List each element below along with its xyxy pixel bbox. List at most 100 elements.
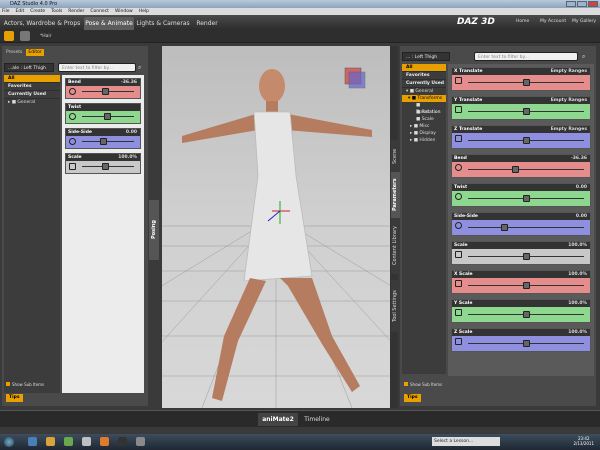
- figure-tool-icon[interactable]: [20, 31, 30, 41]
- slider-knob[interactable]: [500, 224, 508, 231]
- category-currently-used[interactable]: Currently Used: [402, 80, 446, 88]
- scale-icon: [455, 309, 462, 316]
- slider-knob[interactable]: [102, 163, 110, 170]
- slider-knob[interactable]: [511, 166, 519, 173]
- node-selector[interactable]: ...ale : Left Thigh: [4, 63, 54, 72]
- tab-pose-animate[interactable]: Pose & Animate: [84, 17, 134, 30]
- param-side-side[interactable]: Side-Side 0.00: [65, 128, 141, 149]
- param-z-scale[interactable]: Z Scale 100.0%: [451, 328, 591, 352]
- param-z-translate[interactable]: Z Translate Empty Ranges: [451, 125, 591, 149]
- tree-item-misc[interactable]: ▸ ■ Misc: [402, 123, 446, 130]
- taskbar-app-icon[interactable]: [28, 437, 37, 446]
- show-sub-items-checkbox[interactable]: Show Sub Items: [404, 381, 442, 388]
- tab-render[interactable]: Render: [194, 17, 220, 30]
- tips-button[interactable]: Tips: [404, 394, 421, 402]
- slider-knob[interactable]: [522, 79, 530, 86]
- taskbar-app-icon[interactable]: [64, 437, 73, 446]
- minimize-button[interactable]: [566, 1, 576, 7]
- show-sub-items-checkbox[interactable]: Show Sub Items: [6, 381, 44, 388]
- menu-edit[interactable]: Edit: [16, 8, 25, 15]
- param-side-side[interactable]: Side-Side 0.00: [451, 212, 591, 236]
- link-my-gallery[interactable]: My Gallery: [572, 17, 596, 27]
- param-value: 100.0%: [118, 155, 137, 160]
- side-tab-parameters[interactable]: Parameters: [391, 172, 400, 218]
- start-button-icon[interactable]: [4, 437, 14, 447]
- category-favorites[interactable]: Favorites: [4, 83, 60, 91]
- tree-item-rotation[interactable]: ■ Rotation: [402, 109, 446, 116]
- category-all[interactable]: All: [402, 64, 446, 72]
- slider-knob[interactable]: [522, 137, 530, 144]
- tree-item-transforms[interactable]: ▾ ■ Transforms: [402, 95, 446, 102]
- menu-connect[interactable]: Connect: [90, 8, 109, 15]
- tips-button[interactable]: Tips: [6, 394, 23, 402]
- side-tab-content-library[interactable]: Content Library: [391, 218, 400, 274]
- category-all[interactable]: All: [4, 75, 60, 83]
- search-icon[interactable]: ⌕: [138, 64, 141, 72]
- taskbar-app-icon[interactable]: [136, 437, 145, 446]
- side-tab-scene[interactable]: Scene: [391, 140, 400, 172]
- taskbar-app-icon[interactable]: [46, 437, 55, 446]
- param-y-translate[interactable]: Y Translate Empty Ranges: [451, 96, 591, 120]
- node-selector[interactable]: ... : Left Thigh: [402, 52, 450, 61]
- slider-knob[interactable]: [522, 282, 530, 289]
- tab-actors-wardrobe-props[interactable]: Actors, Wardrobe & Props: [2, 17, 82, 30]
- filter-input[interactable]: Enter text to filter by...: [58, 63, 136, 72]
- tree-item-display[interactable]: ▸ ■ Display: [402, 130, 446, 137]
- menu-window[interactable]: Window: [115, 8, 133, 15]
- menu-file[interactable]: File: [2, 8, 10, 15]
- slider-knob[interactable]: [522, 253, 530, 260]
- param-x-scale[interactable]: X Scale 100.0%: [451, 270, 591, 294]
- side-tab-posing[interactable]: Posing: [149, 200, 159, 260]
- category-currently-used[interactable]: Currently Used: [4, 91, 60, 99]
- tab-editor[interactable]: Editor: [26, 49, 44, 56]
- category-favorites[interactable]: Favorites: [402, 72, 446, 80]
- param-value: Empty Ranges: [550, 69, 587, 74]
- tab-animate2[interactable]: aniMate2: [258, 413, 298, 426]
- param-scale[interactable]: Scale 100.0%: [451, 241, 591, 265]
- search-icon[interactable]: ⌕: [582, 53, 585, 61]
- tree-item-general[interactable]: ▸ ■ General: [4, 99, 60, 106]
- filter-input[interactable]: Enter text to filter by...: [474, 52, 578, 61]
- tab-lights-cameras[interactable]: Lights & Cameras: [136, 17, 190, 30]
- link-home[interactable]: Home: [516, 17, 529, 27]
- rotate-icon: [455, 193, 462, 200]
- tree-item-general[interactable]: ▾ ■ General: [402, 88, 446, 95]
- rotate-icon: [69, 113, 76, 120]
- taskbar-app-icon[interactable]: [100, 437, 109, 446]
- lesson-select[interactable]: Select a Lesson...: [432, 437, 500, 446]
- taskbar-app-icon[interactable]: [82, 437, 91, 446]
- param-twist[interactable]: Twist 0.00: [451, 183, 591, 207]
- menu-help[interactable]: Help: [139, 8, 149, 15]
- slider-knob[interactable]: [522, 311, 530, 318]
- bottom-tab-bar: aniMate2 Timeline: [0, 410, 600, 427]
- slider-knob[interactable]: [102, 88, 110, 95]
- menu-create[interactable]: Create: [30, 8, 45, 15]
- taskbar-app-icon[interactable]: [118, 437, 127, 446]
- universal-tool-icon[interactable]: [4, 31, 14, 41]
- menu-render[interactable]: Render: [68, 8, 84, 15]
- param-bend[interactable]: Bend -36.36: [451, 154, 591, 178]
- slider-knob[interactable]: [522, 195, 530, 202]
- param-scale[interactable]: Scale 100.0%: [65, 153, 141, 174]
- link-my-account[interactable]: My Account: [540, 17, 566, 27]
- slider-knob[interactable]: [100, 138, 107, 145]
- category-list: All Favorites Currently Used ▸ ■ General: [4, 75, 60, 393]
- tree-item-scale[interactable]: ■ Scale: [402, 116, 446, 123]
- side-tab-tool-settings[interactable]: Tool Settings: [391, 280, 400, 332]
- window-title: DAZ Studio 4.0 Pro: [10, 1, 58, 7]
- slider-knob[interactable]: [103, 113, 111, 120]
- param-x-translate[interactable]: X Translate Empty Ranges: [451, 67, 591, 91]
- param-bend[interactable]: Bend -36.36: [65, 78, 141, 99]
- close-button[interactable]: [588, 1, 598, 7]
- tree-item-hidden[interactable]: ▸ ■ Hidden: [402, 137, 446, 144]
- slider-knob[interactable]: [522, 108, 530, 115]
- tree-item-translation[interactable]: ■ Translation: [402, 102, 446, 115]
- tab-timeline[interactable]: Timeline: [300, 413, 334, 426]
- param-twist[interactable]: Twist: [65, 103, 141, 124]
- slider-knob[interactable]: [522, 340, 530, 347]
- menu-tools[interactable]: Tools: [51, 8, 62, 15]
- param-y-scale[interactable]: Y Scale 100.0%: [451, 299, 591, 323]
- tab-presets[interactable]: Presets: [4, 49, 24, 56]
- 3d-viewport[interactable]: [162, 46, 390, 408]
- maximize-button[interactable]: [577, 1, 587, 7]
